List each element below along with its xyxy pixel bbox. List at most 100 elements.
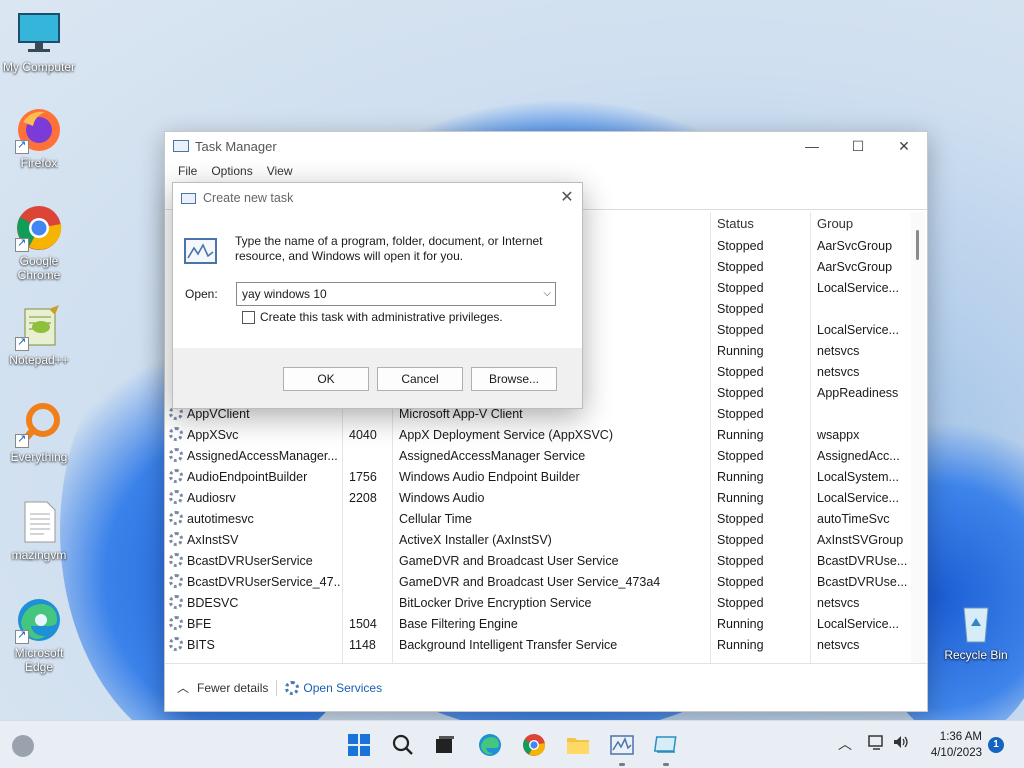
chevron-up-icon[interactable]: ︿ (838, 734, 852, 754)
description-cell: Background Intelligent Transfer Service (399, 638, 618, 652)
desktop-icon-everything[interactable]: Everything (1, 400, 77, 464)
run-dialog-icon[interactable] (651, 730, 681, 760)
service-name: BITS (187, 638, 215, 652)
pid-cell: 1504 (349, 617, 377, 631)
status-cell: Stopped (717, 554, 764, 568)
fewer-details-label: Fewer details (197, 680, 269, 695)
browse-button[interactable]: Browse... (471, 367, 557, 391)
menu-options[interactable]: Options (204, 164, 259, 178)
cancel-button[interactable]: Cancel (377, 367, 463, 391)
desktop-icon-edge[interactable]: Microsoft Edge (1, 596, 77, 674)
network-icon[interactable] (868, 734, 886, 753)
table-row[interactable]: BITS 1148 Background Intelligent Transfer … (167, 635, 911, 656)
desktop-icon-recycle-bin[interactable]: Recycle Bin (938, 598, 1014, 662)
open-input-value[interactable]: yay windows 10 (242, 287, 327, 301)
edge-icon[interactable] (475, 730, 505, 760)
description-cell: Base Filtering Engine (399, 617, 518, 631)
task-manager-icon[interactable] (607, 730, 637, 760)
chrome-icon[interactable] (519, 730, 549, 760)
service-name-cell: BcastDVRUserService_47... (169, 572, 341, 593)
system-clock[interactable]: 1:36 AM 4/10/2023 (920, 729, 982, 761)
table-row[interactable]: BcastDVRUserService_47... GameDVR and Bro… (167, 572, 911, 593)
close-icon[interactable]: ✕ (552, 183, 582, 211)
table-row[interactable]: AssignedAccessManager... AssignedAccessMa… (167, 446, 911, 467)
checkbox-box[interactable] (242, 310, 255, 324)
create-new-task-dialog[interactable]: Create new task ✕ Type the name of a pro… (172, 182, 583, 409)
windows-start-icon[interactable] (344, 730, 374, 760)
ok-button[interactable]: OK (283, 367, 369, 391)
description-cell: AppX Deployment Service (AppXSVC) (399, 428, 613, 442)
table-row[interactable]: BDESVC BitLocker Drive Encryption Service… (167, 593, 911, 614)
pid-cell: 4040 (349, 428, 377, 442)
service-name: Audiosrv (187, 491, 236, 505)
vertical-scrollbar[interactable] (911, 212, 925, 664)
open-combobox[interactable]: yay windows 10 ⌵ (236, 282, 556, 306)
status-cell: Stopped (717, 407, 764, 421)
desktop-icon-chrome[interactable]: Google Chrome (1, 204, 77, 282)
service-name: AudioEndpointBuilder (187, 470, 308, 484)
document-icon (15, 498, 63, 546)
chevron-down-icon[interactable]: ⌵ (543, 283, 551, 305)
task-manager-footer: ︿ Fewer details Open Services (165, 663, 927, 711)
maximize-button[interactable]: ☐ (835, 132, 881, 160)
shortcut-arrow-icon (15, 335, 29, 351)
status-cell: Stopped (717, 533, 764, 547)
table-row[interactable]: BFE 1504 Base Filtering Engine Running Local… (167, 614, 911, 635)
column-header-status[interactable]: Status (717, 212, 754, 236)
shortcut-arrow-icon (15, 432, 29, 448)
menu-view[interactable]: View (260, 164, 300, 178)
file-explorer-icon[interactable] (563, 730, 593, 760)
service-gear-icon (169, 532, 183, 546)
status-cell: Running (717, 344, 764, 358)
desktop-icon-mazingvm[interactable]: mazingvm (1, 498, 77, 562)
desktop-icon-notepadpp[interactable]: Notepad++ (1, 303, 77, 367)
table-row[interactable]: AxInstSV ActiveX Installer (AxInstSV) Stop… (167, 530, 911, 551)
group-cell: netsvcs (817, 365, 860, 379)
task-view-icon[interactable] (430, 730, 460, 760)
group-cell: netsvcs (817, 638, 860, 652)
status-cell: Stopped (717, 596, 764, 610)
table-row[interactable]: Audiosrv 2208 Windows Audio Running LocalSer… (167, 488, 911, 509)
status-cell: Stopped (717, 449, 764, 463)
fewer-details-button[interactable]: ︿ Fewer details (177, 679, 268, 696)
menu-file[interactable]: File (171, 164, 204, 178)
volume-icon[interactable] (892, 734, 910, 753)
pid-cell: 2208 (349, 491, 377, 505)
dialog-titlebar[interactable]: Create new task (173, 183, 582, 213)
close-button[interactable]: ✕ (881, 132, 927, 160)
table-row[interactable]: BcastDVRUserService GameDVR and Broadcast… (167, 551, 911, 572)
service-name-cell: autotimesvc (169, 509, 341, 530)
shortcut-arrow-icon (15, 236, 29, 252)
window-title: Task Manager (195, 138, 277, 154)
shortcut-arrow-icon (15, 628, 29, 644)
service-name-cell: BDESVC (169, 593, 341, 614)
table-row[interactable]: autotimesvc Cellular Time Stopped autoTimeS… (167, 509, 911, 530)
search-icon[interactable] (388, 730, 418, 760)
column-header-group[interactable]: Group (817, 212, 853, 236)
service-name: AxInstSV (187, 533, 239, 547)
gear-icon (285, 680, 300, 695)
open-label: Open: (185, 287, 218, 301)
minimize-button[interactable]: — (789, 132, 835, 160)
notification-badge[interactable]: 1 (988, 737, 1004, 753)
description-cell: Windows Audio (399, 491, 485, 505)
group-cell: LocalService... (817, 323, 899, 337)
taskbar: ︿ 1:36 AM 4/10/2023 1 (0, 720, 1024, 768)
scrollbar-thumb[interactable] (916, 230, 919, 260)
service-name-cell: AppXSvc (169, 425, 341, 446)
window-controls: — ☐ ✕ (789, 132, 927, 160)
admin-privileges-checkbox[interactable]: Create this task with administrative pri… (242, 310, 503, 324)
open-services-link[interactable]: Open Services (285, 680, 382, 695)
service-name-cell: BcastDVRUserService (169, 551, 341, 572)
chevron-up-icon: ︿ (177, 681, 190, 695)
desktop-icon-label: Google Chrome (17, 254, 61, 282)
firefox-icon (15, 106, 63, 154)
table-row[interactable]: AudioEndpointBuilder 1756 Windows Audio En… (167, 467, 911, 488)
desktop-icon-firefox[interactable]: Firefox (1, 106, 77, 170)
description-cell: AssignedAccessManager Service (399, 449, 586, 463)
widgets-icon[interactable] (12, 735, 34, 757)
desktop-icon-my-computer[interactable]: My Computer (1, 10, 77, 74)
description-cell: Cellular Time (399, 512, 472, 526)
recycle-bin-icon (952, 598, 1000, 646)
table-row[interactable]: AppXSvc 4040 AppX Deployment Service (AppX… (167, 425, 911, 446)
